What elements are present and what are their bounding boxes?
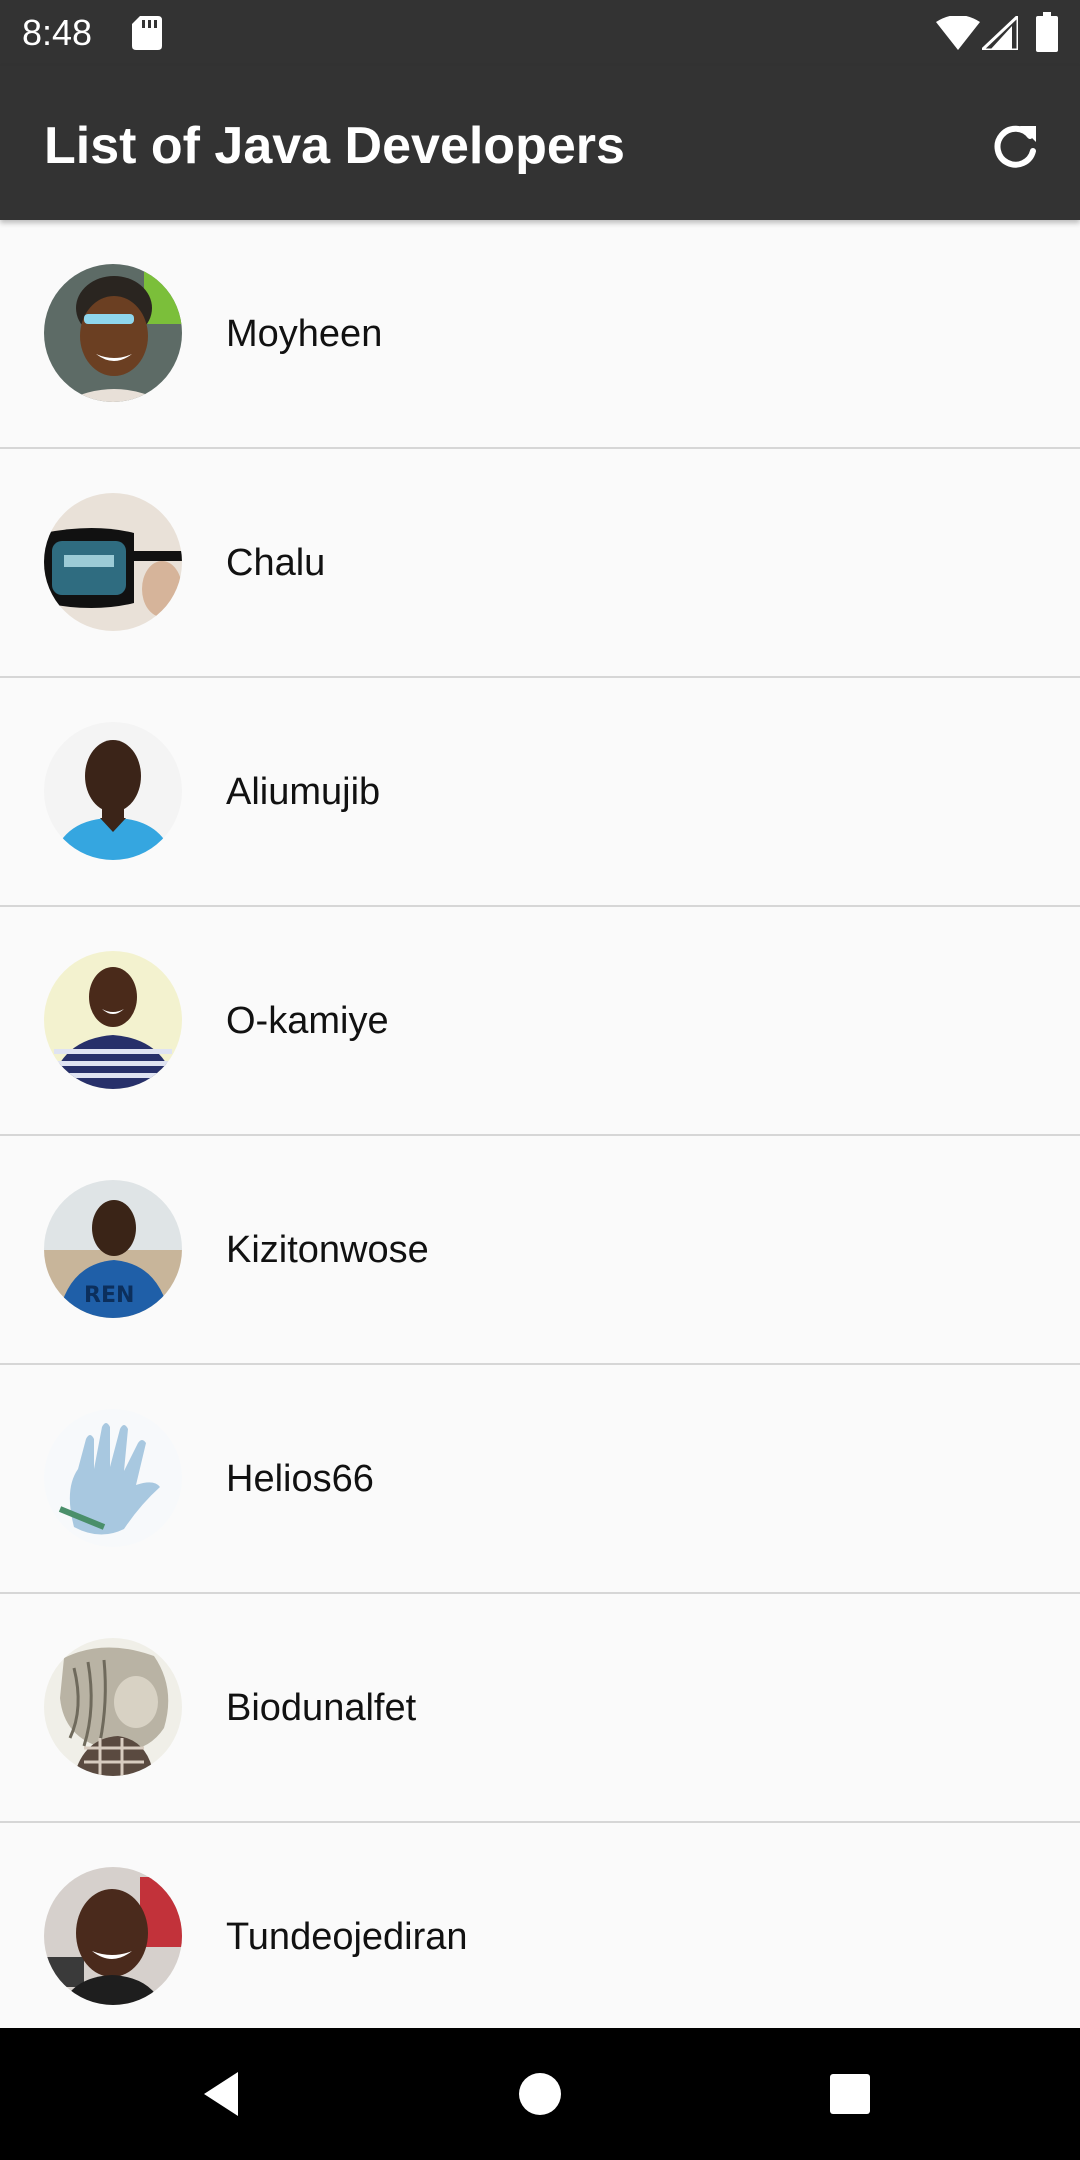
avatar (44, 493, 182, 631)
recents-icon[interactable] (828, 2072, 872, 2116)
app-bar: List of Java Developers (0, 66, 1080, 220)
avatar (44, 1638, 182, 1776)
avatar (44, 264, 182, 402)
developer-name: Moyheen (226, 313, 383, 355)
wifi-icon (936, 16, 980, 50)
developer-name: Biodunalfet (226, 1687, 417, 1729)
avatar (44, 722, 182, 860)
navigation-bar (0, 2028, 1080, 2160)
developer-name: O-kamiye (226, 1000, 389, 1042)
signal-icon (982, 16, 1018, 50)
avatar (44, 951, 182, 1089)
svg-text:REN: REN (84, 1283, 134, 1308)
list-item[interactable]: REN Kizitonwose (0, 1136, 1080, 1365)
developer-name: Helios66 (226, 1458, 374, 1500)
developer-list: Moyheen Chalu Aliumujib O-kamiye REN Kiz… (0, 220, 1080, 2028)
back-icon[interactable] (198, 2070, 246, 2118)
list-item[interactable]: O-kamiye (0, 907, 1080, 1136)
status-time: 8:48 (22, 12, 93, 53)
list-item[interactable]: Helios66 (0, 1365, 1080, 1594)
list-item[interactable]: Aliumujib (0, 678, 1080, 907)
refresh-icon (994, 125, 1036, 168)
page-title: List of Java Developers (44, 117, 625, 175)
avatar: REN (44, 1180, 182, 1318)
avatar (44, 1409, 182, 1547)
sd-card-icon (132, 16, 162, 50)
developer-name: Aliumujib (226, 771, 381, 813)
battery-icon (1036, 12, 1058, 52)
list-item[interactable]: Chalu (0, 449, 1080, 678)
list-item[interactable]: Moyheen (0, 220, 1080, 449)
avatar (44, 1867, 182, 2005)
developer-name: Tundeojediran (226, 1916, 468, 1958)
list-item[interactable]: Tundeojediran (0, 1823, 1080, 2028)
developer-name: Kizitonwose (226, 1229, 429, 1271)
list-item[interactable]: Biodunalfet (0, 1594, 1080, 1823)
status-bar: 8:48 (0, 0, 1080, 66)
home-icon[interactable] (518, 2072, 562, 2116)
refresh-button[interactable] (980, 112, 1050, 182)
developer-name: Chalu (226, 542, 326, 584)
